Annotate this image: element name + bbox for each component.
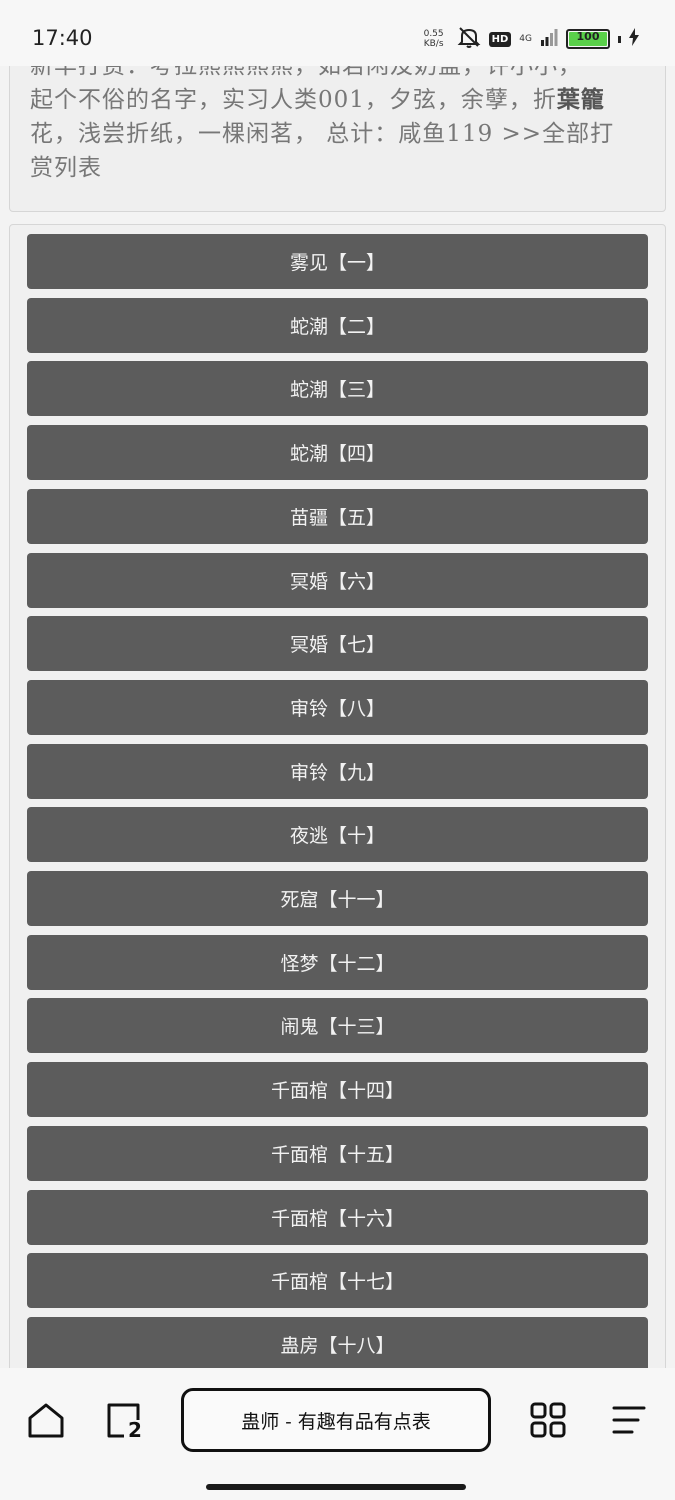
mute-icon: [457, 26, 481, 52]
chapter-button[interactable]: 雾见【一】: [27, 234, 648, 289]
chapter-button[interactable]: 蛇潮【四】: [27, 425, 648, 481]
home-button[interactable]: [24, 1400, 68, 1440]
bottom-navigation-bar: 2 蛊师 - 有趣有品有点表: [0, 1368, 675, 1500]
menu-icon: [612, 1406, 646, 1434]
chapter-button[interactable]: 审铃【八】: [27, 679, 648, 735]
chapter-button[interactable]: 苗疆【五】: [27, 488, 648, 544]
status-bar: 17:40 0.55 KB/s HD 4G 100: [0, 0, 675, 66]
home-indicator[interactable]: [206, 1484, 466, 1490]
battery-icon: 100: [566, 29, 610, 49]
page-content: 新华打赏：考拉熊熊熊熊，如若闲及奶盖，许小小， 起个不俗的名字，实习人类001，…: [0, 0, 675, 1368]
all-rewards-link[interactable]: 赏列表: [30, 155, 102, 181]
hd-badge: HD: [488, 31, 512, 47]
reward-notice-text: 新华打赏：考拉熊熊熊熊，如若闲及奶盖，许小小， 起个不俗的名字，实习人类001，…: [30, 49, 648, 185]
status-time: 17:40: [32, 26, 93, 50]
chapter-button[interactable]: 千面棺【十五】: [27, 1125, 648, 1181]
home-icon: [28, 1403, 64, 1438]
chapter-button[interactable]: 冥婚【七】: [27, 616, 648, 672]
chapter-button[interactable]: 千面棺【十七】: [27, 1253, 648, 1309]
charging-icon: [629, 28, 639, 50]
chapter-button[interactable]: 夜逃【十】: [27, 807, 648, 863]
chapter-button[interactable]: 蛇潮【二】: [27, 297, 648, 353]
chapter-list: 雾见【一】蛇潮【二】蛇潮【三】蛇潮【四】苗疆【五】冥婚【六】冥婚【七】审铃【八】…: [9, 224, 666, 1368]
network-type: 4G: [519, 34, 532, 44]
chapter-button[interactable]: 闹鬼【十三】: [27, 998, 648, 1054]
chapter-button[interactable]: 蛇潮【三】: [27, 361, 648, 417]
battery-cap: [618, 35, 621, 43]
chapter-button[interactable]: 蛊房【十八】: [27, 1316, 648, 1368]
chapter-button[interactable]: 怪梦【十二】: [27, 934, 648, 990]
apps-button[interactable]: [528, 1400, 568, 1440]
reward-highlight-name: 葉籠: [556, 86, 605, 113]
page-title-address-bar[interactable]: 蛊师 - 有趣有品有点表: [181, 1388, 491, 1452]
tabs-button[interactable]: 2: [104, 1400, 146, 1442]
reward-line-2: 起个不俗的名字，实习人类001，夕弦，余孽，折: [30, 87, 557, 113]
battery-percent: 100: [576, 30, 600, 43]
chapter-button[interactable]: 冥婚【六】: [27, 552, 648, 608]
reward-line-3[interactable]: 花，浅尝折纸，一棵闲茗， 总计：咸鱼119 >>全部打: [30, 121, 614, 147]
signal-icon: [540, 28, 558, 50]
network-speed: 0.55 KB/s: [419, 29, 449, 49]
network-speed-value: 0.55: [423, 29, 444, 39]
chapter-button[interactable]: 死窟【十一】: [27, 871, 648, 926]
chapter-button[interactable]: 千面棺【十四】: [27, 1062, 648, 1118]
grid-icon: [530, 1402, 566, 1438]
tab-count: 2: [128, 1418, 142, 1442]
chapter-button[interactable]: 千面棺【十六】: [27, 1189, 648, 1245]
menu-button[interactable]: [608, 1402, 648, 1438]
chapter-button[interactable]: 审铃【九】: [27, 743, 648, 799]
network-speed-unit: KB/s: [423, 39, 444, 49]
